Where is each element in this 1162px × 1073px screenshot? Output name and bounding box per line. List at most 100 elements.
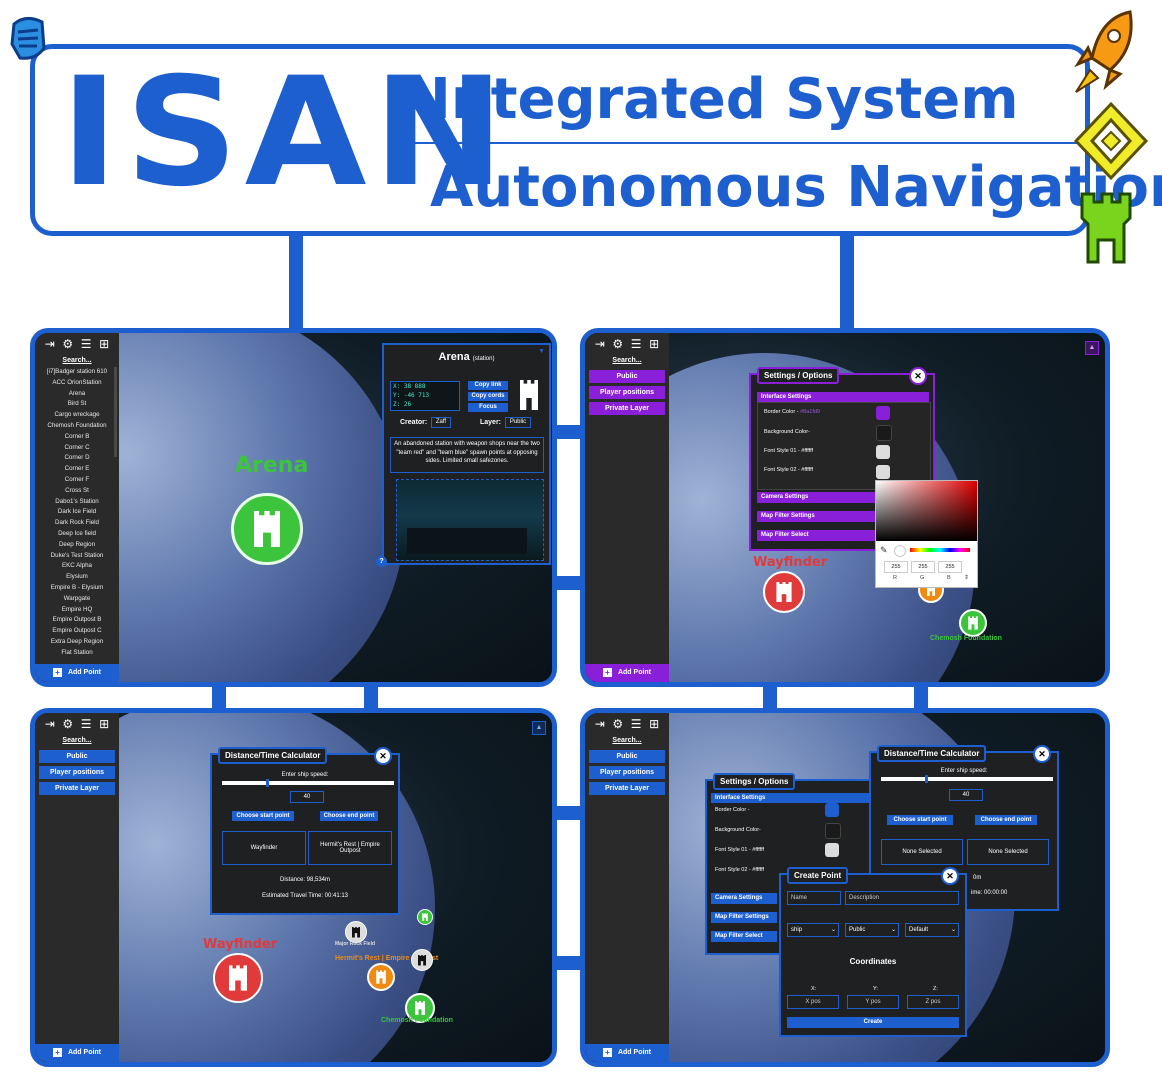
- point-list-item[interactable]: Cross St: [39, 486, 115, 497]
- point-list-item[interactable]: Extra Deep Region: [39, 637, 115, 648]
- point-list-item[interactable]: Corner F: [39, 475, 115, 486]
- point-list-item[interactable]: Dark Ice Field: [39, 507, 115, 518]
- sort-icon[interactable]: ☰: [81, 717, 92, 735]
- rock-field-marker-icon[interactable]: [345, 921, 367, 943]
- wayfinder-marker-icon[interactable]: [213, 953, 263, 1003]
- gear-icon[interactable]: ⚙: [612, 717, 623, 735]
- layer-private[interactable]: Private Layer: [589, 402, 665, 415]
- border-color-swatch[interactable]: [876, 406, 890, 420]
- scrollbar[interactable]: [114, 367, 117, 457]
- point-list-item[interactable]: Corner C: [39, 443, 115, 454]
- add-point-button[interactable]: + Add Point: [585, 1044, 669, 1062]
- layer-private[interactable]: Private Layer: [589, 782, 665, 795]
- layer-player-positions[interactable]: Player positions: [589, 766, 665, 779]
- format-toggle-icon[interactable]: ⇕: [964, 574, 969, 581]
- speed-slider[interactable]: [222, 779, 394, 787]
- add-point-button[interactable]: + Add Point: [35, 664, 119, 682]
- map-filter-select-section[interactable]: Map Filter Select: [711, 931, 777, 942]
- map-filter-select-section[interactable]: Map Filter Select: [757, 530, 875, 541]
- create-button[interactable]: Create: [787, 1017, 959, 1028]
- point-list-item[interactable]: Corner D: [39, 453, 115, 464]
- x-input[interactable]: X pos: [787, 995, 839, 1009]
- point-list-item[interactable]: Elysium: [39, 572, 115, 583]
- hue-slider[interactable]: [910, 548, 970, 552]
- grey-marker-icon[interactable]: [411, 949, 433, 971]
- interface-settings-header[interactable]: Interface Settings: [757, 392, 929, 402]
- font-style-02-swatch[interactable]: [876, 465, 890, 479]
- sort-icon[interactable]: ☰: [631, 337, 642, 355]
- name-input[interactable]: Name: [787, 891, 841, 905]
- map-filter-settings-section[interactable]: Map Filter Settings: [757, 511, 875, 522]
- help-icon[interactable]: ?: [376, 556, 387, 567]
- g-input[interactable]: 255: [911, 561, 935, 573]
- speed-input[interactable]: 40: [949, 789, 983, 801]
- background-color-swatch[interactable]: [825, 823, 841, 839]
- sort-icon[interactable]: ☰: [81, 337, 92, 355]
- font-style-01-swatch[interactable]: [825, 843, 839, 857]
- point-list-item[interactable]: Corner E: [39, 464, 115, 475]
- grid-icon[interactable]: ⊞: [99, 717, 109, 735]
- close-icon[interactable]: ✕: [941, 867, 959, 885]
- choose-start-button[interactable]: Choose start point: [887, 815, 953, 825]
- layer-private[interactable]: Private Layer: [39, 782, 115, 795]
- point-list-item[interactable]: Corner B: [39, 432, 115, 443]
- search-input[interactable]: Search...: [585, 357, 669, 364]
- point-list-item[interactable]: EKC Alpha: [39, 561, 115, 572]
- border-color-swatch[interactable]: [825, 803, 839, 817]
- point-list-item[interactable]: Empire HQ: [39, 605, 115, 616]
- collapse-icon[interactable]: ▼: [538, 348, 545, 355]
- point-list-item[interactable]: Arena: [39, 389, 115, 400]
- font-style-01-swatch[interactable]: [876, 445, 890, 459]
- z-input[interactable]: Z pos: [907, 995, 959, 1009]
- type-select[interactable]: ship ⌄: [787, 923, 839, 937]
- eyedropper-icon[interactable]: ✎: [880, 545, 888, 556]
- point-list-item[interactable]: Dark Rock Field: [39, 518, 115, 529]
- point-list-item[interactable]: Flat Station: [39, 648, 115, 659]
- search-input[interactable]: Search...: [35, 357, 119, 364]
- r-input[interactable]: 255: [884, 561, 908, 573]
- chemosh-marker-icon[interactable]: [959, 609, 987, 637]
- close-icon[interactable]: ✕: [1033, 745, 1051, 763]
- start-point-box[interactable]: Wayfinder: [222, 831, 306, 865]
- add-point-button[interactable]: + Add Point: [35, 1044, 119, 1062]
- camera-settings-section[interactable]: Camera Settings: [711, 893, 777, 904]
- gear-icon[interactable]: ⚙: [62, 717, 73, 735]
- point-list-item[interactable]: Empire Outpost B: [39, 615, 115, 626]
- search-input[interactable]: Search...: [585, 737, 669, 744]
- camera-settings-section[interactable]: Camera Settings: [757, 492, 875, 503]
- interface-settings-header[interactable]: Interface Settings: [711, 793, 871, 803]
- point-list-item[interactable]: [i7]Badger station 610: [39, 367, 115, 378]
- grid-icon[interactable]: ⊞: [99, 337, 109, 355]
- collapse-icon[interactable]: ▲: [1085, 341, 1099, 355]
- point-list-item[interactable]: Deep Region: [39, 540, 115, 551]
- speed-slider-thumb[interactable]: [925, 775, 928, 783]
- grid-icon[interactable]: ⊞: [649, 337, 659, 355]
- end-point-box[interactable]: Hermit's Rest | Empire Outpost: [308, 831, 392, 865]
- add-point-button[interactable]: + Add Point: [585, 664, 669, 682]
- start-point-box[interactable]: None Selected: [881, 839, 963, 865]
- layer-public[interactable]: Public: [39, 750, 115, 763]
- copy-link-button[interactable]: Copy link: [468, 381, 508, 390]
- y-input[interactable]: Y pos: [847, 995, 899, 1009]
- layer-public[interactable]: Public: [589, 750, 665, 763]
- close-icon[interactable]: ✕: [909, 367, 927, 385]
- search-input[interactable]: Search...: [35, 737, 119, 744]
- point-list-item[interactable]: Empire Outpost C: [39, 626, 115, 637]
- login-icon[interactable]: ⇥: [595, 717, 605, 735]
- login-icon[interactable]: ⇥: [45, 717, 55, 735]
- point-list-item[interactable]: Dabo1's Station: [39, 497, 115, 508]
- layer-player-positions[interactable]: Player positions: [39, 766, 115, 779]
- copy-cords-button[interactable]: Copy cords: [468, 392, 508, 401]
- choose-end-button[interactable]: Choose end point: [320, 811, 378, 821]
- point-list-item[interactable]: ACC OrionStation: [39, 378, 115, 389]
- color-saturation-area[interactable]: [876, 481, 977, 541]
- sort-icon[interactable]: ☰: [631, 717, 642, 735]
- layer-player-positions[interactable]: Player positions: [589, 386, 665, 399]
- background-color-swatch[interactable]: [876, 425, 892, 441]
- choose-start-button[interactable]: Choose start point: [232, 811, 294, 821]
- point-list-item[interactable]: Duke's Test Station: [39, 551, 115, 562]
- layer-select[interactable]: Public ⌄: [845, 923, 899, 937]
- point-list-item[interactable]: Deep Ice field: [39, 529, 115, 540]
- login-icon[interactable]: ⇥: [595, 337, 605, 355]
- hermits-rest-marker-icon[interactable]: [367, 963, 395, 991]
